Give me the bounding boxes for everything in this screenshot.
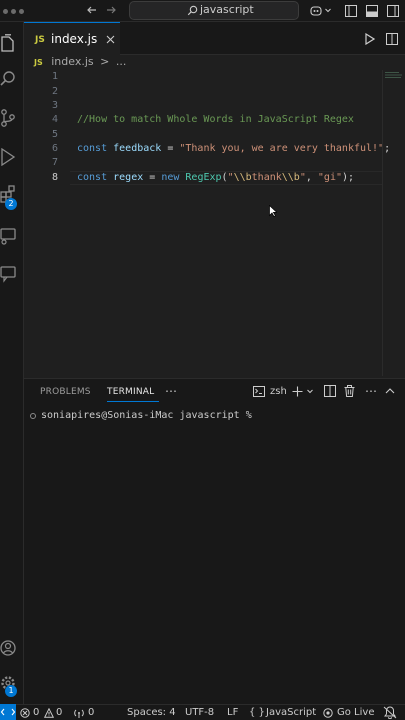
language-mode[interactable]: JavaScript	[266, 707, 316, 718]
close-paren: );	[342, 172, 355, 183]
regex-word: thank	[251, 172, 282, 183]
active-tab-underline	[107, 401, 159, 402]
notifications-bell-icon[interactable]	[383, 706, 397, 719]
warning-icon	[44, 708, 54, 718]
flags-string: "gi"	[317, 172, 342, 183]
indentation-status[interactable]: Spaces: 4	[127, 707, 176, 718]
line-number: 4	[51, 114, 58, 125]
encoding-status[interactable]: UTF-8	[185, 707, 214, 718]
line-number: 1	[51, 71, 58, 82]
code-line-8[interactable]: const regex = new RegExp("\\bthank\\b", …	[77, 172, 354, 183]
variable-feedback: feedback	[113, 143, 162, 154]
chevron-down-icon[interactable]	[325, 8, 331, 13]
assign-operator: =	[161, 143, 180, 154]
title-bar: javascript	[0, 0, 405, 22]
split-terminal-icon[interactable]	[324, 385, 336, 397]
error-count[interactable]: 0	[33, 707, 39, 718]
accounts-icon[interactable]	[0, 639, 16, 657]
new-terminal-icon[interactable]	[292, 386, 303, 397]
toggle-panel-icon[interactable]	[366, 5, 378, 17]
mouse-cursor-icon	[269, 205, 277, 217]
back-arrow-icon[interactable]	[86, 4, 98, 16]
chevron-up-icon[interactable]	[385, 387, 395, 394]
tab-label: index.js	[51, 32, 98, 46]
go-live-button[interactable]: Go Live	[337, 707, 374, 718]
run-file-icon[interactable]	[365, 33, 375, 45]
search-view-icon[interactable]	[0, 70, 16, 86]
breadcrumb-js-icon: JS	[34, 58, 43, 67]
manage-badge: 1	[5, 685, 17, 697]
source-control-icon[interactable]	[0, 109, 16, 127]
breadcrumb-more[interactable]: ...	[116, 55, 127, 68]
window-minimize-dot[interactable]	[11, 9, 16, 14]
line-number: 7	[51, 157, 58, 168]
ports-count[interactable]: 0	[88, 707, 94, 718]
chevron-down-icon[interactable]	[307, 389, 313, 394]
escape-boundary: \\b	[233, 172, 252, 183]
terminal-more-icon[interactable]: ⋯	[365, 384, 377, 398]
minimap[interactable]	[385, 72, 403, 80]
panel-more-icon[interactable]: ⋯	[165, 384, 177, 398]
variable-regex: regex	[113, 172, 144, 183]
window-close-dot[interactable]	[3, 9, 8, 14]
breadcrumb-separator: >	[100, 55, 110, 68]
terminal-status-circle-icon	[30, 413, 36, 419]
toggle-secondary-sidebar-icon[interactable]	[387, 5, 399, 17]
kill-terminal-trash-icon[interactable]	[344, 385, 355, 397]
split-editor-icon[interactable]	[386, 33, 398, 45]
terminal-prompt[interactable]: soniapires@Sonias-iMac javascript %	[41, 410, 252, 421]
tab-terminal[interactable]: TERMINAL	[107, 387, 154, 397]
explorer-icon[interactable]	[0, 34, 16, 52]
search-label: javascript	[200, 3, 254, 16]
semicolon: ;	[384, 143, 391, 154]
bottom-panel: PROBLEMS TERMINAL ⋯ zsh ⋯ soniapires@Son…	[24, 378, 405, 704]
toggle-sidebar-icon[interactable]	[345, 5, 357, 17]
copilot-icon[interactable]	[309, 4, 323, 17]
code-line-4[interactable]: //How to match Whole Words in JavaScript…	[77, 114, 354, 125]
tab-index-js[interactable]: JS index.js	[24, 22, 120, 55]
line-number: 3	[51, 100, 58, 111]
close-tab-icon[interactable]	[106, 35, 115, 44]
assign-operator: =	[143, 172, 162, 183]
line-number-active: 8	[51, 172, 58, 183]
keyword-new: new	[161, 172, 180, 183]
javascript-file-icon: JS	[35, 35, 45, 45]
keyword-const: const	[77, 143, 108, 154]
keyword-const: const	[77, 172, 108, 183]
run-debug-icon[interactable]	[0, 148, 16, 166]
tab-problems[interactable]: PROBLEMS	[40, 387, 91, 397]
error-icon	[20, 708, 30, 718]
editor-scrollbar[interactable]	[382, 70, 383, 376]
comma: ,	[305, 172, 318, 183]
line-number: 5	[51, 129, 58, 140]
remote-indicator[interactable]	[0, 704, 16, 720]
class-regexp: RegExp	[185, 172, 222, 183]
string-literal: "Thank you, we are very thankful!"	[179, 143, 385, 154]
window-zoom-dot[interactable]	[19, 9, 24, 14]
chat-icon[interactable]	[0, 265, 16, 283]
breadcrumb-file[interactable]: index.js	[51, 55, 93, 68]
escape-boundary: \\b	[281, 172, 300, 183]
code-comment: //How to match Whole Words in JavaScript…	[77, 114, 354, 125]
language-braces-icon: { }	[249, 707, 265, 718]
warning-count[interactable]: 0	[56, 707, 62, 718]
go-live-icon	[323, 708, 333, 718]
extensions-badge: 2	[5, 198, 17, 210]
search-icon	[187, 5, 198, 16]
terminal-icon	[253, 386, 265, 397]
remote-explorer-icon[interactable]	[0, 227, 16, 245]
code-line-6[interactable]: const feedback = "Thank you, we are very…	[77, 143, 390, 154]
activity-bar: 2 1	[0, 22, 24, 704]
line-number: 2	[51, 86, 58, 97]
line-number: 6	[51, 143, 58, 154]
forward-arrow-icon[interactable]	[105, 4, 117, 16]
eol-status[interactable]: LF	[227, 707, 238, 718]
terminal-shell-name[interactable]: zsh	[270, 386, 287, 397]
ports-antenna-icon	[74, 708, 84, 718]
breadcrumb: JS index.js > ...	[34, 55, 126, 69]
